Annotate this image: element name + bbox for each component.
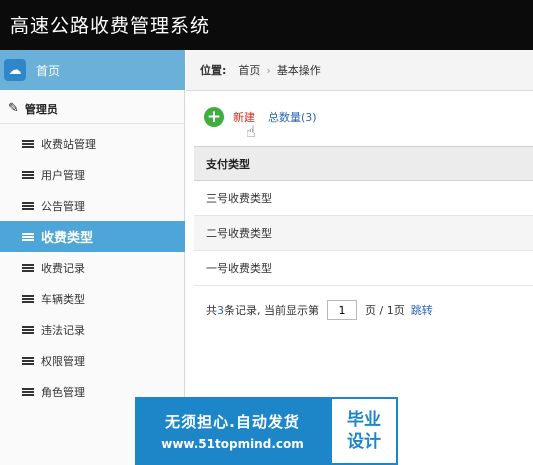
sidebar-item-label: 违法记录 xyxy=(41,323,85,337)
breadcrumb-separator: › xyxy=(266,63,271,77)
toolbar: + 新建 总数量(3) xyxy=(204,106,317,128)
banner-url: www.51topmind.com xyxy=(161,437,304,451)
list-icon xyxy=(22,356,34,366)
list-icon xyxy=(22,232,34,242)
sidebar-item-label: 角色管理 xyxy=(41,385,85,399)
breadcrumb-current: 基本操作 xyxy=(276,64,321,77)
pager-record-count: 3 xyxy=(217,303,224,317)
sidebar-item-label: 收费记录 xyxy=(41,261,85,275)
sidebar-item-vehicle-types[interactable]: 车辆类型 xyxy=(0,283,185,314)
list-icon xyxy=(22,325,34,335)
table-row[interactable]: 二号收费类型 xyxy=(194,215,533,251)
banner-badge: 毕业 设计 xyxy=(330,397,398,465)
plus-circle-icon[interactable]: + xyxy=(204,107,224,127)
breadcrumb-home-link[interactable]: 首页 xyxy=(238,62,260,78)
pager-suffix: 页 / 1页 xyxy=(365,304,405,317)
sidebar-item-label: 用户管理 xyxy=(41,168,85,182)
list-icon xyxy=(22,170,34,180)
sidebar-item-label: 车辆类型 xyxy=(41,292,85,306)
hand-pointer-icon: ☝ xyxy=(246,122,256,141)
sidebar-item-users[interactable]: 用户管理 xyxy=(0,159,185,190)
sidebar-item-label: 公告管理 xyxy=(41,199,85,213)
sidebar-item-label: 收费站管理 xyxy=(41,137,96,151)
list-icon xyxy=(22,201,34,211)
column-header-payment-type: 支付类型 xyxy=(194,146,533,181)
breadcrumb-label: 位置: xyxy=(200,64,227,77)
pagination: 共 3 条记录, 当前显示第 页 / 1页 跳转 xyxy=(206,299,433,321)
sidebar-menu: 收费站管理 用户管理 公告管理 收费类型 收费记录 车辆类型 违法记录 权限管理… xyxy=(0,128,185,407)
sidebar-item-label: 权限管理 xyxy=(41,354,85,368)
edit-icon: ✎ xyxy=(8,101,19,116)
sidebar-item-home[interactable]: ☁ 首页 xyxy=(0,50,185,90)
sidebar-group-label: 管理员 xyxy=(24,102,58,116)
list-icon xyxy=(22,294,34,304)
sidebar-item-announcements[interactable]: 公告管理 xyxy=(0,190,185,221)
sidebar-item-label: 收费类型 xyxy=(41,231,94,246)
banner-badge-bottom: 设计 xyxy=(347,432,381,452)
top-bar: 高速公路收费管理系统 xyxy=(0,0,533,50)
sidebar-item-fee-records[interactable]: 收费记录 xyxy=(0,252,185,283)
banner-badge-top: 毕业 xyxy=(347,410,381,430)
banner-slogan: 无须担心.自动发货 xyxy=(165,413,300,431)
table-header-row: 支付类型 xyxy=(194,146,533,181)
sidebar-item-toll-station[interactable]: 收费站管理 xyxy=(0,128,185,159)
list-icon xyxy=(22,139,34,149)
sidebar-home-label: 首页 xyxy=(36,63,61,78)
table-row[interactable]: 一号收费类型 xyxy=(194,250,533,286)
total-count-link[interactable]: 总数量(3) xyxy=(268,109,317,125)
pager-mid: 条记录, 当前显示第 xyxy=(224,304,319,317)
sidebar-item-fee-types[interactable]: 收费类型 xyxy=(0,221,185,252)
table-cell: 三号收费类型 xyxy=(194,180,533,216)
list-icon xyxy=(22,263,34,273)
sidebar-item-permissions[interactable]: 权限管理 xyxy=(0,345,185,376)
fee-type-table: 支付类型 三号收费类型 二号收费类型 一号收费类型 xyxy=(194,146,533,286)
pager-prefix: 共 xyxy=(206,304,217,317)
banner-left: 无须担心.自动发货 www.51topmind.com xyxy=(135,397,330,465)
app-title: 高速公路收费管理系统 xyxy=(10,15,211,37)
watermark-banner: 无须担心.自动发货 www.51topmind.com 毕业 设计 xyxy=(135,397,398,465)
sidebar-group-admin[interactable]: ✎ 管理员 xyxy=(0,94,185,124)
jump-button[interactable]: 跳转 xyxy=(411,302,433,318)
table-cell: 一号收费类型 xyxy=(194,250,533,286)
page-number-input[interactable] xyxy=(327,300,357,320)
breadcrumb: 位置: 首页 › 基本操作 xyxy=(186,50,533,91)
cloud-icon: ☁ xyxy=(4,59,26,81)
sidebar-item-violations[interactable]: 违法记录 xyxy=(0,314,185,345)
list-icon xyxy=(22,387,34,397)
table-cell: 二号收费类型 xyxy=(194,215,533,251)
table-row[interactable]: 三号收费类型 xyxy=(194,180,533,216)
